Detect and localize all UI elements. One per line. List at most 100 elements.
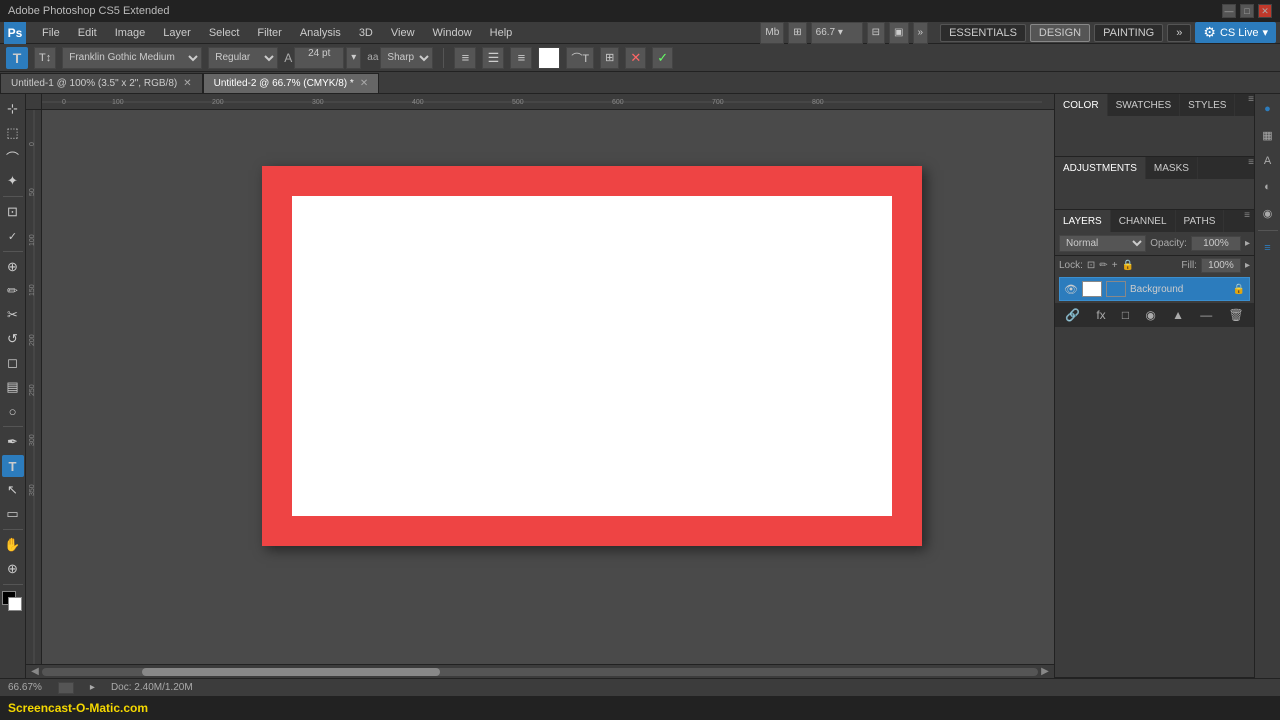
cancel-transform-button[interactable]: ✕ xyxy=(625,47,646,69)
healing-tool[interactable]: ⊕ xyxy=(2,256,24,278)
workspace-design[interactable]: DESIGN xyxy=(1030,24,1090,42)
maximize-button[interactable]: □ xyxy=(1240,4,1254,18)
link-layers-button[interactable]: 🔗 xyxy=(1063,306,1082,324)
layers-panel-expand[interactable]: ≡ xyxy=(1244,210,1250,232)
hand-tool[interactable]: ✋ xyxy=(2,534,24,556)
align-right-button[interactable]: ≡ xyxy=(510,47,532,69)
scroll-right-button[interactable]: ▶ xyxy=(1038,666,1052,677)
tool-option-more[interactable]: » xyxy=(913,22,929,44)
path-select-tool[interactable]: ↖ xyxy=(2,479,24,501)
align-center-button[interactable]: ☰ xyxy=(482,47,504,69)
new-layer-button[interactable]: — xyxy=(1198,306,1214,324)
new-adjustment-button[interactable]: ◉ xyxy=(1143,306,1157,324)
tab-layers[interactable]: LAYERS xyxy=(1055,210,1111,232)
delete-layer-button[interactable]: 🗑 xyxy=(1227,306,1246,324)
tab-1-close[interactable]: ✕ xyxy=(183,78,191,89)
cs-live-button[interactable]: ⚙ CS Live ▾ xyxy=(1195,22,1276,43)
menu-view[interactable]: View xyxy=(383,25,423,41)
font-size-input[interactable]: 24 pt xyxy=(294,47,344,69)
move-tool[interactable]: ⊹ xyxy=(2,98,24,120)
tool-option-zoom-val[interactable]: 66.7 ▾ xyxy=(811,22,863,44)
zoom-indicator[interactable] xyxy=(58,682,74,694)
scroll-track-h[interactable] xyxy=(42,668,1038,676)
commit-transform-button[interactable]: ✓ xyxy=(652,47,673,69)
type-orientation[interactable]: T↕ xyxy=(34,47,56,69)
tab-untitled-2[interactable]: Untitled-2 @ 66.7% (CMYK/8) * ✕ xyxy=(203,73,380,93)
font-size-dropdown[interactable]: ▾ xyxy=(346,47,361,69)
layer-eye-icon[interactable]: 👁 xyxy=(1064,283,1078,296)
layer-style-button[interactable]: fx xyxy=(1094,306,1107,324)
opacity-arrow[interactable]: ▸ xyxy=(1245,238,1250,249)
menu-layer[interactable]: Layer xyxy=(155,25,199,41)
menu-help[interactable]: Help xyxy=(482,25,521,41)
eraser-tool[interactable]: ◻ xyxy=(2,352,24,374)
menu-window[interactable]: Window xyxy=(425,25,480,41)
lock-move-icon[interactable]: + xyxy=(1112,260,1118,271)
scroll-left-button[interactable]: ◀ xyxy=(28,666,42,677)
gradient-tool[interactable]: ▤ xyxy=(2,376,24,398)
scroll-thumb-h[interactable] xyxy=(142,668,441,676)
dodge-tool[interactable]: ○ xyxy=(2,400,24,422)
clone-tool[interactable]: ✂ xyxy=(2,304,24,326)
tab-swatches[interactable]: SWATCHES xyxy=(1108,94,1181,116)
type-tool-indicator[interactable]: T xyxy=(6,47,28,69)
history-tool[interactable]: ↺ xyxy=(2,328,24,350)
tool-option-grid[interactable]: ⊞ xyxy=(788,22,806,44)
background-color[interactable] xyxy=(8,597,22,611)
panel-icon-masks[interactable]: ◉ xyxy=(1257,202,1279,224)
minimize-button[interactable]: — xyxy=(1222,4,1236,18)
tab-paths[interactable]: PATHS xyxy=(1176,210,1225,232)
tab-channel[interactable]: CHANNEL xyxy=(1111,210,1176,232)
panel-icon-swatches[interactable]: ▦ xyxy=(1257,124,1279,146)
tool-option-extra[interactable]: ▣ xyxy=(889,22,908,44)
tab-untitled-1[interactable]: Untitled-1 @ 100% (3.5" x 2", RGB/8) ✕ xyxy=(0,73,203,93)
text-color-swatch[interactable] xyxy=(538,47,560,69)
fill-input[interactable] xyxy=(1201,258,1241,273)
tab-color[interactable]: COLOR xyxy=(1055,94,1108,116)
panel-icon-layers[interactable]: ≡ xyxy=(1257,237,1279,259)
lock-paint-icon[interactable]: ✏ xyxy=(1099,260,1107,271)
tool-option-mb[interactable]: Mb xyxy=(760,22,784,44)
character-palette-button[interactable]: ⊞ xyxy=(600,47,619,69)
workspace-essentials[interactable]: ESSENTIALS xyxy=(940,24,1026,42)
menu-edit[interactable]: Edit xyxy=(70,25,105,41)
warp-text-button[interactable]: ⌒T xyxy=(566,47,594,69)
pen-tool[interactable]: ✒ xyxy=(2,431,24,453)
zoom-tool[interactable]: ⊕ xyxy=(2,558,24,580)
brush-tool[interactable]: ✏ xyxy=(2,280,24,302)
shape-tool[interactable]: ▭ xyxy=(2,503,24,525)
selection-tool[interactable]: ⬚ xyxy=(2,122,24,144)
workspace-painting[interactable]: PAINTING xyxy=(1094,24,1163,42)
menu-3d[interactable]: 3D xyxy=(351,25,381,41)
close-button[interactable]: ✕ xyxy=(1258,4,1272,18)
tab-masks[interactable]: MASKS xyxy=(1146,157,1198,179)
font-family-select[interactable]: Franklin Gothic Medium xyxy=(62,47,202,69)
lasso-tool[interactable]: ⌒ xyxy=(2,146,24,168)
font-style-select[interactable]: Regular xyxy=(208,47,278,69)
panel-icon-color[interactable]: ● xyxy=(1257,98,1279,120)
canvas-document[interactable] xyxy=(262,166,922,546)
layer-background[interactable]: 👁 Background 🔒 xyxy=(1059,277,1250,301)
menu-filter[interactable]: Filter xyxy=(249,25,289,41)
align-left-button[interactable]: ≡ xyxy=(454,47,476,69)
workspace-more[interactable]: » xyxy=(1167,24,1191,42)
canvas-navigate-btn[interactable]: ▸ xyxy=(90,682,95,693)
magic-wand-tool[interactable]: ✦ xyxy=(2,170,24,192)
layer-mask-button[interactable]: □ xyxy=(1120,306,1131,324)
lock-all-icon[interactable]: 🔒 xyxy=(1122,260,1134,271)
tab-2-close[interactable]: ✕ xyxy=(360,78,368,89)
crop-tool[interactable]: ⊡ xyxy=(2,201,24,223)
menu-file[interactable]: File xyxy=(34,25,68,41)
antialiasing-select[interactable]: Sharp xyxy=(380,47,433,69)
tool-option-arrange[interactable]: ⊟ xyxy=(867,22,885,44)
tab-styles[interactable]: STYLES xyxy=(1180,94,1235,116)
blend-mode-select[interactable]: Normal xyxy=(1059,235,1146,252)
lock-transparent-icon[interactable]: ⊡ xyxy=(1087,260,1095,271)
type-tool[interactable]: T xyxy=(2,455,24,477)
eyedropper-tool[interactable]: ✓ xyxy=(2,225,24,247)
color-swatches[interactable] xyxy=(2,591,24,613)
horizontal-scrollbar[interactable]: ◀ ▶ xyxy=(26,664,1054,678)
new-group-button[interactable]: ▲ xyxy=(1170,306,1186,324)
menu-image[interactable]: Image xyxy=(107,25,154,41)
panel-icon-adjustments[interactable]: ◐ xyxy=(1257,176,1279,198)
